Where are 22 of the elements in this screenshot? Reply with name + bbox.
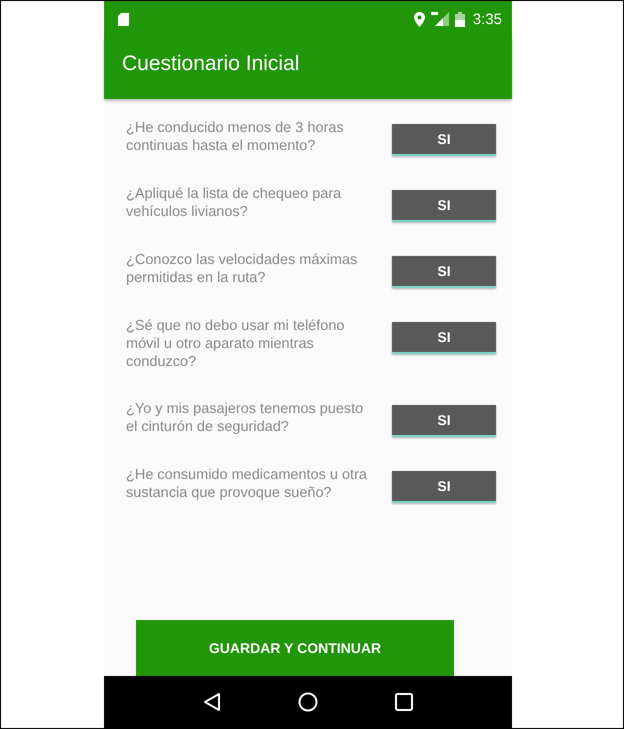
overview-icon[interactable]: [395, 693, 414, 711]
question-text: ¿Apliqué la lista de chequeo para vehículos livianos?: [126, 185, 342, 221]
question-text: ¿He conducido menos de 3 horas continuas hasta el momento?: [126, 119, 345, 155]
answer-button[interactable]: SI: [392, 322, 496, 354]
answer-button[interactable]: SI: [392, 471, 496, 503]
location-icon: [414, 12, 425, 26]
question-text: ¿Yo y mis pasajeros tenemos puesto el cinturón de seguridad?: [126, 400, 364, 436]
battery-icon: [454, 12, 465, 26]
signal-icon: [430, 12, 449, 26]
answer-button[interactable]: SI: [392, 405, 496, 437]
question-text: ¿Sé que no debo usar mi teléfono móvil u otro aparato mientras conduzco?: [126, 317, 346, 371]
app-title: Cuestionario Inicial: [122, 52, 300, 76]
back-icon[interactable]: [202, 692, 221, 712]
sd-card-icon: [118, 12, 129, 26]
save-continue-button[interactable]: GUARDAR Y CONTINUAR: [136, 620, 454, 676]
status-time: 3:35: [472, 10, 502, 28]
answer-button[interactable]: SI: [392, 256, 496, 288]
answer-button[interactable]: SI: [392, 190, 496, 222]
answer-button[interactable]: SI: [392, 124, 496, 156]
home-icon[interactable]: [298, 692, 318, 712]
question-text: ¿Conozco las velocidades máximas permitidas en la ruta?: [126, 251, 358, 287]
question-text: ¿He consumido medicamentos u otra sustancia que provoque sueño?: [126, 466, 368, 502]
